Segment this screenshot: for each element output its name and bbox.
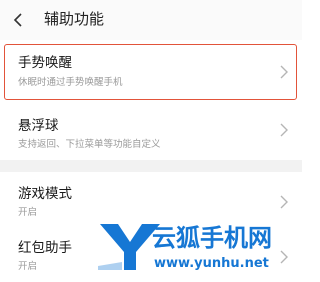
item-subtitle: 开启 xyxy=(18,207,38,218)
item-subtitle: 支持返回、下拉菜单等功能自定义 xyxy=(18,139,161,150)
settings-page: 辅助功能 手势唤醒 休眠时通过手势唤醒手机 悬浮球 支持返回、下拉菜单等功能自定… xyxy=(0,0,302,282)
item-title: 悬浮球 xyxy=(18,118,59,134)
chevron-right-icon xyxy=(280,195,288,209)
item-title: 游戏模式 xyxy=(18,186,72,202)
page-title: 辅助功能 xyxy=(44,10,105,28)
floating-ball-item[interactable]: 悬浮球 支持返回、下拉菜单等功能自定义 xyxy=(0,102,302,160)
item-subtitle: 开启 xyxy=(18,261,38,272)
watermark-url: www.yunhu.net xyxy=(154,256,269,271)
watermark-name: 云狐手机网 xyxy=(152,224,272,252)
header-bar: 辅助功能 xyxy=(0,0,302,40)
back-arrow-icon[interactable] xyxy=(10,11,26,29)
item-title: 红包助手 xyxy=(18,240,72,256)
chevron-right-icon xyxy=(280,123,288,137)
highlight-frame xyxy=(4,44,297,100)
watermark: 云狐手机网 www.yunhu.net xyxy=(96,216,302,282)
